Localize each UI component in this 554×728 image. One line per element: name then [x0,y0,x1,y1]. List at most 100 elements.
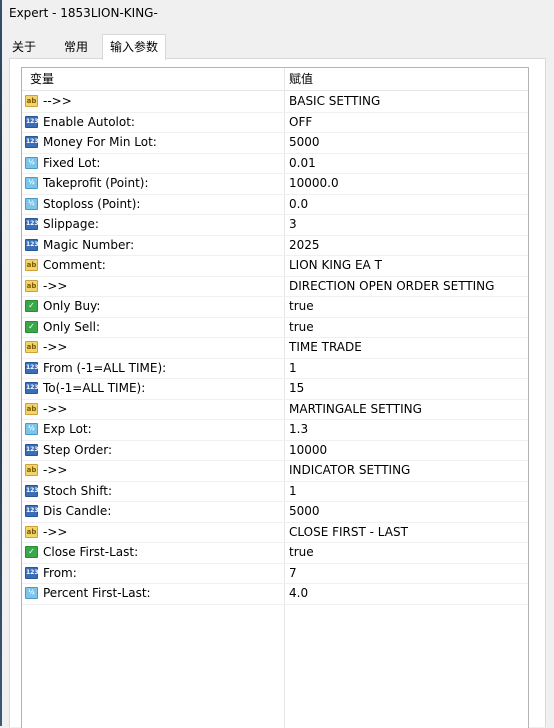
parameter-row[interactable]: ab ->> MARTINGALE SETTING [22,399,528,420]
parameter-value[interactable]: 7 [289,563,297,583]
parameter-row[interactable]: 123 Step Order: 10000 [22,440,528,461]
parameter-value[interactable]: MARTINGALE SETTING [289,399,422,419]
parameter-name: ->> [43,278,68,293]
parameter-value[interactable]: 10000.0 [289,173,339,193]
grid-header: 变量 赋值 [22,68,528,91]
parameter-value[interactable]: 4.0 [289,583,308,603]
parameter-value[interactable]: true [289,296,314,316]
parameter-row[interactable]: ✓ Close First-Last: true [22,542,528,564]
parameter-value[interactable]: 0.0 [289,194,308,214]
integer-type-icon: 123 [25,136,39,148]
parameter-row[interactable]: 123 Enable Autolot: OFF [22,112,528,133]
parameter-row[interactable]: 123 From (-1=ALL TIME): 1 [22,358,528,379]
parameter-value[interactable]: 15 [289,378,304,398]
parameter-value[interactable]: 3 [289,214,297,234]
string-type-icon: ab [25,464,38,476]
parameter-name: Comment: [43,258,106,272]
parameter-value[interactable]: 1 [289,481,297,501]
parameter-row[interactable]: ab ->> INDICATOR SETTING [22,460,528,482]
parameter-value[interactable]: 1.3 [289,419,308,439]
parameter-value[interactable]: 10000 [289,440,327,460]
parameter-name: ->> [43,340,68,354]
parameter-name: Close First-Last: [43,545,139,559]
parameter-name: ->> [43,524,68,539]
bool-type-icon: ✓ [25,546,38,558]
parameter-value[interactable]: DIRECTION OPEN ORDER SETTING [289,276,494,296]
parameter-row[interactable]: 123 Magic Number: 2025 [22,235,528,256]
bool-type-icon: ✓ [25,300,38,312]
parameter-value[interactable]: true [289,542,314,562]
parameter-row[interactable]: 123 Money For Min Lot: 5000 [22,132,528,154]
integer-type-icon: 123 [25,484,39,497]
double-type-icon: ½ [25,587,38,599]
parameter-name: ->> [43,401,68,416]
parameter-name: Only Buy: [43,299,101,313]
parameter-row[interactable]: 123 Stoch Shift: 1 [22,481,528,502]
parameter-value[interactable]: 1 [289,358,297,378]
parameter-value[interactable]: 5000 [289,132,320,152]
integer-type-icon: 123 [25,382,39,394]
parameter-name: Stoploss (Point): [43,196,141,211]
parameter-name: Enable Autolot: [43,114,135,129]
column-header-value[interactable]: 赋值 [289,68,313,90]
parameter-value[interactable]: TIME TRADE [289,337,362,357]
parameter-row[interactable]: ✓ Only Buy: true [22,296,528,318]
parameter-row[interactable]: ½ Takeprofit (Point): 10000.0 [22,173,528,195]
parameter-row[interactable]: ½ Percent First-Last: 4.0 [22,583,528,605]
parameter-name: Takeprofit (Point): [43,176,149,190]
parameter-name: From (-1=ALL TIME): [43,360,167,375]
parameter-name: Only Sell: [43,319,101,334]
parameter-name: Stoch Shift: [43,483,112,498]
tab-inputs[interactable]: 输入参数 [102,34,166,60]
string-type-icon: ab [25,525,38,538]
double-type-icon: ½ [25,177,38,189]
parameter-name: Step Order: [43,442,113,457]
parameter-value[interactable]: CLOSE FIRST - LAST [289,522,408,542]
parameter-value[interactable]: 0.01 [289,153,316,173]
parameter-row[interactable]: 123 Dis Candle: 5000 [22,501,528,523]
string-type-icon: ab [25,341,38,353]
parameter-row[interactable]: ✓ Only Sell: true [22,317,528,338]
integer-type-icon: 123 [25,218,39,230]
parameter-name: Exp Lot: [43,422,92,436]
integer-type-icon: 123 [25,361,39,374]
parameter-row[interactable]: ½ Fixed Lot: 0.01 [22,153,528,174]
column-header-variable[interactable]: 变量 [30,68,54,90]
parameter-row[interactable]: ½ Stoploss (Point): 0.0 [22,194,528,215]
inputs-panel: 变量 赋值 ab -->> BASIC SETTING 123 Enable Autol… [9,58,546,728]
string-type-icon: ab [25,279,38,292]
parameter-name: Dis Candle: [43,504,112,518]
parameter-row[interactable]: ½ Exp Lot: 1.3 [22,419,528,441]
tab-common[interactable]: 常用 [59,36,93,58]
parameter-name: Fixed Lot: [43,155,101,170]
window-left-edge [0,0,2,726]
integer-type-icon: 123 [25,238,39,251]
parameter-row[interactable]: 123 Slippage: 3 [22,214,528,236]
tab-about[interactable]: 关于 [9,36,39,58]
integer-type-icon: 123 [25,566,39,579]
parameter-value[interactable]: 2025 [289,235,320,255]
double-type-icon: ½ [25,423,38,435]
parameter-value[interactable]: OFF [289,112,312,132]
parameter-value[interactable]: 5000 [289,501,320,521]
parameter-row[interactable]: 123 From: 7 [22,563,528,584]
parameter-name: -->> [43,94,72,108]
parameter-value[interactable]: INDICATOR SETTING [289,460,410,480]
parameter-row[interactable]: ab ->> TIME TRADE [22,337,528,359]
integer-type-icon: 123 [25,115,39,128]
integer-type-icon: 123 [25,443,39,456]
parameters-grid: 变量 赋值 ab -->> BASIC SETTING 123 Enable Autol… [21,67,529,728]
tab-bar: 关于 常用 输入参数 [0,34,554,60]
parameter-row[interactable]: ab Comment: LION KING EA T [22,255,528,277]
parameter-value[interactable]: true [289,317,314,337]
parameter-name: ->> [43,463,68,477]
parameter-row[interactable]: 123 To(-1=ALL TIME): 15 [22,378,528,400]
parameter-row[interactable]: ab -->> BASIC SETTING [22,91,528,113]
parameter-value[interactable]: LION KING EA T [289,255,382,275]
parameter-value[interactable]: BASIC SETTING [289,91,380,111]
parameter-name: Magic Number: [43,237,135,252]
parameter-row[interactable]: ab ->> DIRECTION OPEN ORDER SETTING [22,276,528,297]
parameter-name: Slippage: [43,217,99,231]
parameter-name: Percent First-Last: [43,586,151,600]
parameter-row[interactable]: ab ->> CLOSE FIRST - LAST [22,522,528,543]
